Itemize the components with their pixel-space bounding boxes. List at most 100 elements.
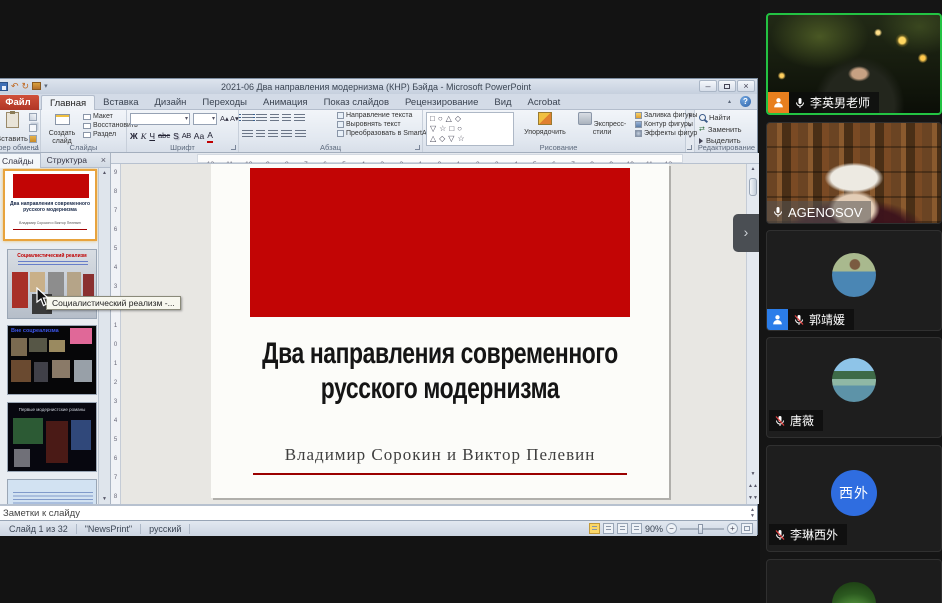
slides-panel-scrollbar[interactable]: ▲ ▼ [98,168,110,504]
zoom-slider[interactable] [680,528,724,530]
zoom-in-button[interactable]: + [727,523,738,534]
qat-customize-icon[interactable]: ▾ [44,82,48,91]
font-style-button[interactable]: S [173,130,179,142]
align-right-icon[interactable] [268,130,278,138]
font-size-combobox[interactable] [193,113,217,125]
slide-thumbnail-1[interactable]: Два направления современного русского мо… [3,169,97,241]
dialog-launcher-icon[interactable] [415,145,420,150]
zoom-slider-thumb[interactable] [698,524,703,534]
dialog-launcher-icon[interactable] [231,145,236,150]
close-button[interactable]: × [737,80,755,92]
font-style-button[interactable]: Аа [194,130,205,142]
participant-tile-partial[interactable] [766,559,942,603]
columns-icon[interactable] [295,130,306,138]
slide-red-banner[interactable] [250,168,630,317]
shrink-font-button[interactable]: А▾ [230,114,239,123]
slide-thumbnail-5[interactable] [7,479,97,504]
vertical-ruler[interactable]: 987654321012345678 [111,164,121,504]
ribbon-tab[interactable]: Вставка [95,95,146,110]
zoom-level[interactable]: 90% [645,524,663,534]
slide[interactable]: Два направления современного русского мо… [211,164,669,498]
help-icon[interactable]: ? [740,96,751,107]
dialog-launcher-icon[interactable] [687,145,692,150]
align-left-icon[interactable] [242,130,253,138]
font-name-combobox[interactable] [130,113,190,125]
previous-slide-button[interactable]: ▲▲ [747,481,759,492]
picture-icon[interactable] [32,82,41,90]
ribbon-tab[interactable]: Переходы [194,95,255,110]
numbering-icon[interactable] [256,114,267,122]
font-style-button[interactable]: Ч [149,130,155,142]
slide-sorter-view-button[interactable] [603,523,614,534]
scrollbar-thumb[interactable] [749,178,757,196]
decrease-indent-icon[interactable] [270,114,279,122]
format-painter-icon[interactable] [29,135,37,143]
increase-indent-icon[interactable] [282,114,291,122]
language-indicator[interactable]: русский [141,524,190,534]
slide-canvas[interactable]: Два направления современного русского мо… [121,164,746,504]
notes-pane[interactable]: Заметки к слайду ▲ ▼ [0,504,757,520]
undo-icon[interactable]: ↶ [11,82,19,91]
scroll-down-icon[interactable]: ▼ [747,469,759,480]
slide-thumbnail-4[interactable]: Первые модернистские романы [7,402,97,472]
scroll-up-icon[interactable]: ▲ [747,164,759,175]
ribbon-tab[interactable]: Acrobat [520,95,569,110]
justify-icon[interactable] [281,130,292,138]
notes-placeholder[interactable]: Заметки к слайду [3,508,80,519]
find-button[interactable]: Найти [699,113,742,122]
font-style-button[interactable]: АВ [182,130,191,142]
font-style-button[interactable]: К [141,130,147,142]
shapes-gallery[interactable]: □○△◇▽☆□○△◇▽☆ [426,112,514,146]
new-slide-button[interactable]: Создать слайд [43,112,81,144]
dialog-launcher-icon[interactable] [33,145,38,150]
shape-effects-button[interactable]: Эффекты фигур [635,130,697,137]
ribbon-tab[interactable]: Главная [41,95,95,110]
save-icon[interactable] [0,82,8,91]
grow-font-button[interactable]: А▴ [220,114,229,123]
copy-icon[interactable] [29,124,37,132]
participant-tile[interactable]: 西外 李琳西外 [766,445,942,552]
normal-view-button[interactable] [589,523,600,534]
restore-button[interactable] [718,80,736,92]
minimize-button[interactable]: – [699,80,717,92]
paste-button[interactable]: Вставить [0,112,28,143]
align-center-icon[interactable] [256,130,265,138]
ribbon-tab[interactable]: Показ слайдов [316,95,397,110]
scroll-down-icon[interactable]: ▼ [750,513,755,519]
ribbon-tab[interactable]: Рецензирование [397,95,486,110]
participant-tile[interactable]: AGENOSOV [766,122,942,224]
font-style-button[interactable]: А [207,129,213,143]
tab-outline[interactable]: Структура [41,153,93,167]
next-slide-button[interactable]: ▼▼ [747,493,759,504]
title-bar[interactable]: ↶ ↻ ▾ 2021-06 Два направления модернизма… [0,79,757,94]
bullets-icon[interactable] [242,114,253,122]
quick-styles-button[interactable]: Экспресс-стили [573,112,631,136]
participant-tile[interactable]: 郭靖媛 [766,230,942,331]
slideshow-view-button[interactable] [631,523,642,534]
tab-file[interactable]: Файл [0,95,39,110]
tab-slides[interactable]: Слайды [0,153,41,168]
meeting-panel-expand-handle[interactable]: › [733,214,759,252]
shape-gallery-row[interactable]: ▽☆□○ [430,124,503,134]
align-text-button[interactable]: Выровнять текст [337,121,431,128]
slide-title[interactable]: Два направления современного русского мо… [211,336,669,406]
font-style-button[interactable]: abc [158,130,170,142]
collapse-ribbon-icon[interactable]: ▴ [728,98,731,105]
scroll-down-icon[interactable]: ▼ [99,494,110,504]
shape-gallery-row[interactable]: □○△◇ [430,114,503,124]
slide-subtitle[interactable]: Владимир Сорокин и Виктор Пелевин [211,445,669,465]
slide-thumbnail-3[interactable]: Вне соцреализма [7,325,97,395]
replace-button[interactable]: ⇄Заменить [699,125,742,134]
ribbon-tab[interactable]: Анимация [255,95,316,110]
redo-icon[interactable]: ↻ [22,82,30,91]
ribbon-tab[interactable]: Вид [486,95,519,110]
participant-tile-active-speaker[interactable]: 李英男老师 [766,13,942,115]
panel-close-icon[interactable]: × [101,155,106,165]
convert-smartart-button[interactable]: Преобразовать в SmartArt [337,130,431,137]
font-style-button[interactable]: Ж [130,130,138,142]
arrange-button[interactable]: Упорядочить [519,112,571,136]
scroll-up-icon[interactable]: ▲ [99,168,110,178]
line-spacing-icon[interactable] [294,114,305,122]
cut-icon[interactable] [29,113,37,121]
shape-fill-button[interactable]: Заливка фигуры [635,112,697,119]
